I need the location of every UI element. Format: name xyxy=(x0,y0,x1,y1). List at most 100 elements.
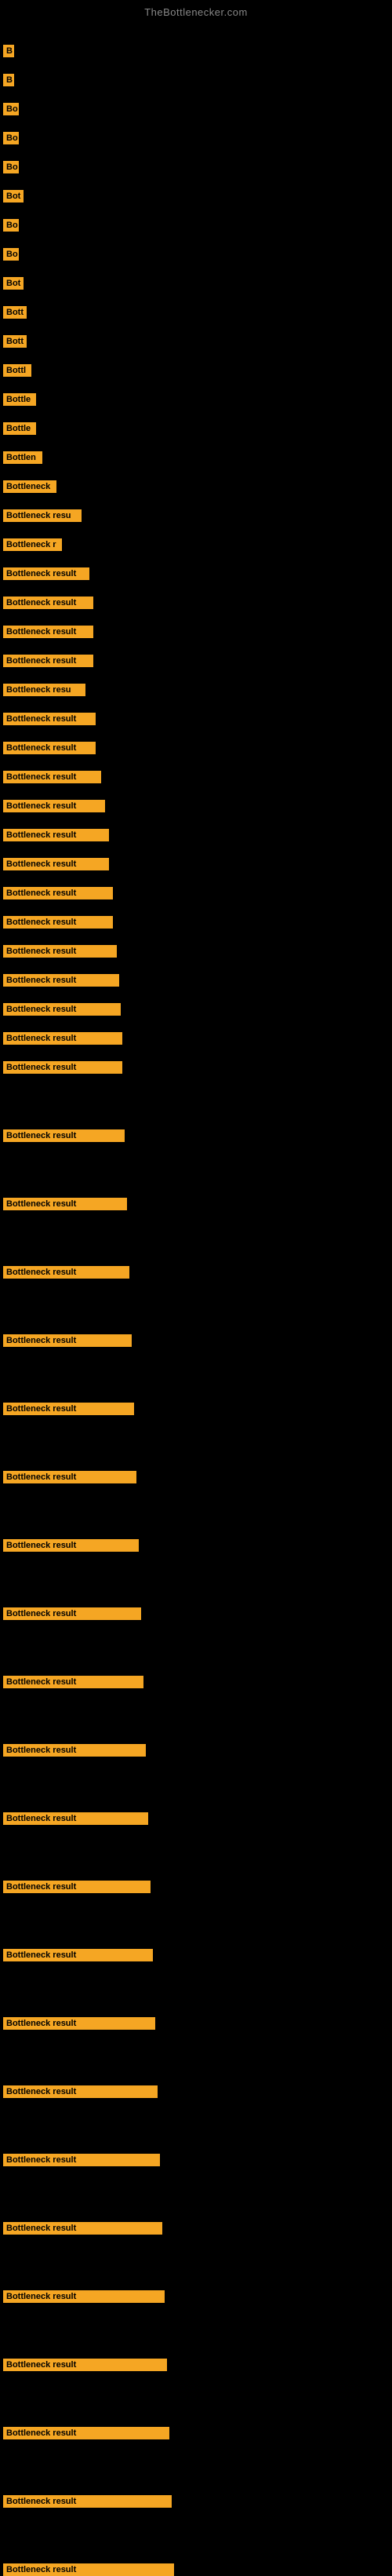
bar-label: Bottleneck result xyxy=(3,2495,172,2508)
bar-label: Bottleneck result xyxy=(3,1198,127,1210)
bar-label: Bottleneck result xyxy=(3,1032,122,1045)
bar-row: Bottleneck result xyxy=(3,2222,162,2235)
bar-label: Bottleneck result xyxy=(3,887,113,899)
bar-row: Bottleneck result xyxy=(3,626,93,638)
bar-label: Bottleneck result xyxy=(3,1949,153,1961)
bar-label: Bot xyxy=(3,190,24,203)
bar-row: Bottleneck r xyxy=(3,538,62,551)
bar-label: Bottl xyxy=(3,364,31,377)
bar-row: Bottleneck xyxy=(3,480,56,493)
bar-label: Bo xyxy=(3,103,19,115)
bar-row: Bo xyxy=(3,248,19,261)
bar-row: Bottleneck result xyxy=(3,2290,165,2303)
site-title: TheBottlenecker.com xyxy=(0,0,392,21)
bar-label: Bottleneck result xyxy=(3,2222,162,2235)
bar-row: Bottleneck result xyxy=(3,742,96,754)
bar-label: Bottleneck resu xyxy=(3,684,85,696)
bar-row: Bottleneck result xyxy=(3,2359,167,2371)
bar-row: B xyxy=(3,74,14,86)
bar-row: Bottleneck result xyxy=(3,567,89,580)
bar-row: Bottleneck result xyxy=(3,829,109,841)
bar-row: Bot xyxy=(3,190,24,203)
bar-row: Bottleneck result xyxy=(3,1403,134,1415)
bar-label: Bo xyxy=(3,248,19,261)
bar-row: Bottleneck result xyxy=(3,655,93,667)
bar-row: Bottleneck resu xyxy=(3,509,82,522)
bar-row: Bott xyxy=(3,335,27,348)
bar-label: Bo xyxy=(3,161,19,173)
bar-label: Bottlen xyxy=(3,451,42,464)
bar-label: Bottleneck result xyxy=(3,1266,129,1279)
bar-label: Bottleneck result xyxy=(3,2017,155,2030)
bar-row: Bottleneck resu xyxy=(3,684,85,696)
bar-label: Bottleneck result xyxy=(3,916,113,929)
bar-row: Bottleneck result xyxy=(3,916,113,929)
bar-row: Bot xyxy=(3,277,24,290)
bar-row: Bo xyxy=(3,132,19,144)
bar-label: Bottleneck result xyxy=(3,626,93,638)
bar-row: Bo xyxy=(3,161,19,173)
bar-row: Bottleneck result xyxy=(3,1539,139,1552)
bar-row: Bottleneck result xyxy=(3,2563,174,2576)
bar-label: B xyxy=(3,74,14,86)
bar-row: Bottleneck result xyxy=(3,2427,169,2439)
bar-row: Bottleneck result xyxy=(3,974,119,987)
bar-label: Bottle xyxy=(3,422,36,435)
bar-label: Bottleneck result xyxy=(3,829,109,841)
bar-row: Bo xyxy=(3,103,19,115)
bar-label: Bottleneck result xyxy=(3,945,117,958)
bar-row: B xyxy=(3,45,14,57)
bar-row: Bottleneck result xyxy=(3,1129,125,1142)
bar-row: Bottleneck result xyxy=(3,771,101,783)
bar-row: Bottleneck result xyxy=(3,2017,155,2030)
bar-label: Bottleneck result xyxy=(3,1471,136,1483)
bar-label: Bot xyxy=(3,277,24,290)
bar-label: Bottleneck result xyxy=(3,2290,165,2303)
bar-label: Bottleneck result xyxy=(3,2427,169,2439)
bar-label: Bottleneck resu xyxy=(3,509,82,522)
bar-row: Bottleneck result xyxy=(3,2495,172,2508)
bar-row: Bottleneck result xyxy=(3,1949,153,1961)
bar-label: Bottleneck xyxy=(3,480,56,493)
bar-label: Bottleneck result xyxy=(3,771,101,783)
bar-label: Bottleneck result xyxy=(3,2563,174,2576)
bar-row: Bottleneck result xyxy=(3,800,105,812)
bar-row: Bottleneck result xyxy=(3,1607,141,1620)
bar-label: Bo xyxy=(3,219,19,232)
bar-label: Bottleneck result xyxy=(3,2154,160,2166)
bar-label: Bottleneck result xyxy=(3,1003,121,1016)
bar-row: Bo xyxy=(3,219,19,232)
bar-row: Bottleneck result xyxy=(3,1744,146,1757)
bar-label: Bottleneck result xyxy=(3,1539,139,1552)
bar-label: Bottleneck r xyxy=(3,538,62,551)
bar-label: B xyxy=(3,45,14,57)
bar-label: Bottleneck result xyxy=(3,655,93,667)
bar-row: Bottleneck result xyxy=(3,2154,160,2166)
bar-row: Bottl xyxy=(3,364,31,377)
bar-row: Bottleneck result xyxy=(3,1266,129,1279)
bar-label: Bottleneck result xyxy=(3,1607,141,1620)
bar-label: Bott xyxy=(3,335,27,348)
bar-label: Bottleneck result xyxy=(3,974,119,987)
bar-row: Bottleneck result xyxy=(3,1198,127,1210)
bar-label: Bottleneck result xyxy=(3,1403,134,1415)
bar-row: Bottleneck result xyxy=(3,1471,136,1483)
bar-row: Bottleneck result xyxy=(3,1676,143,1688)
bar-label: Bottleneck result xyxy=(3,858,109,870)
bar-label: Bottleneck result xyxy=(3,742,96,754)
bar-row: Bottleneck result xyxy=(3,2085,158,2098)
bar-label: Bott xyxy=(3,306,27,319)
bar-row: Bottleneck result xyxy=(3,1003,121,1016)
bar-row: Bottleneck result xyxy=(3,887,113,899)
bar-label: Bottleneck result xyxy=(3,1744,146,1757)
bar-label: Bottleneck result xyxy=(3,713,96,725)
bar-row: Bottleneck result xyxy=(3,1061,122,1074)
bar-row: Bottlen xyxy=(3,451,42,464)
bar-label: Bottleneck result xyxy=(3,1676,143,1688)
bar-label: Bottleneck result xyxy=(3,1881,151,1893)
bar-row: Bott xyxy=(3,306,27,319)
bar-label: Bottleneck result xyxy=(3,597,93,609)
bar-label: Bottleneck result xyxy=(3,2085,158,2098)
bar-label: Bottleneck result xyxy=(3,1334,132,1347)
bar-row: Bottleneck result xyxy=(3,1032,122,1045)
